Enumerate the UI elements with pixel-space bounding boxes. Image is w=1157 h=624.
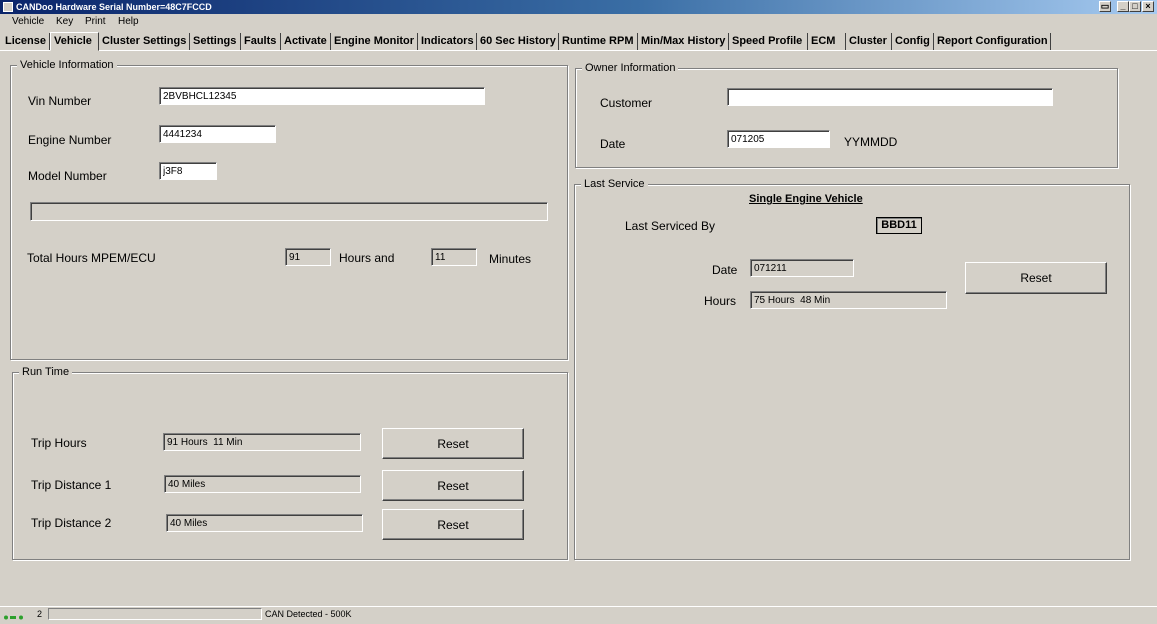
total-hours-label: Total Hours MPEM/ECU: [27, 251, 156, 265]
trip-hours-label: Trip Hours: [31, 436, 87, 450]
trip-distance-2-value: [166, 514, 363, 532]
tab-vehicle[interactable]: Vehicle: [50, 32, 99, 51]
tab-cluster-settings[interactable]: Cluster Settings: [99, 33, 190, 50]
tab-config[interactable]: Config: [892, 33, 934, 50]
tab-strip: License Vehicle Cluster Settings Setting…: [2, 32, 1152, 51]
tab-settings[interactable]: Settings: [190, 33, 241, 50]
trip-distance-1-label: Trip Distance 1: [31, 478, 112, 492]
owner-information-group: Owner Information Customer Date YYMMDD: [575, 61, 1118, 168]
last-service-reset-button[interactable]: Reset: [965, 262, 1107, 294]
window-title: CANDoo Hardware Serial Number=48C7FCCD: [16, 2, 212, 12]
vin-number-input[interactable]: [159, 87, 485, 105]
title-bar: CANDoo Hardware Serial Number=48C7FCCD ▭…: [0, 0, 1157, 14]
menu-print[interactable]: Print: [85, 14, 106, 30]
owner-date-input[interactable]: [727, 130, 830, 148]
engine-number-input[interactable]: [159, 125, 276, 143]
hours-and-label: Hours and: [339, 251, 395, 265]
vehicle-information-title: Vehicle Information: [17, 58, 117, 72]
restore-icon[interactable]: ▭: [1099, 1, 1111, 12]
service-hours-value: [750, 291, 947, 309]
close-icon[interactable]: ×: [1142, 1, 1154, 12]
trip-distance-1-value: [164, 475, 361, 493]
tab-divider: [0, 50, 1157, 51]
run-time-group: Run Time Trip Hours Reset Trip Distance …: [12, 365, 568, 560]
last-service-title: Last Service: [581, 177, 648, 191]
run-time-title: Run Time: [19, 365, 73, 379]
model-number-label: Model Number: [28, 169, 107, 183]
vehicle-information-group: Vehicle Information Vin Number Engine Nu…: [10, 58, 568, 360]
service-hours-label: Hours: [704, 294, 737, 308]
tab-ecm[interactable]: ECM: [808, 33, 846, 50]
service-date-value: [750, 259, 854, 277]
customer-input[interactable]: [727, 88, 1053, 106]
status-message: CAN Detected - 500K: [265, 609, 352, 619]
tab-faults[interactable]: Faults: [241, 33, 281, 50]
maximize-icon[interactable]: □: [1129, 1, 1141, 12]
last-serviced-by-value: BBD11: [876, 217, 922, 234]
status-panel-empty: [48, 608, 262, 620]
single-engine-heading: Single Engine Vehicle: [749, 193, 863, 205]
tab-activate[interactable]: Activate: [281, 33, 331, 50]
info-display-bar: [30, 202, 548, 221]
trip-distance-1-reset-button[interactable]: Reset: [382, 470, 524, 501]
can-activity-icon: [3, 610, 25, 620]
vin-number-label: Vin Number: [28, 94, 92, 108]
menu-bar: Vehicle Key Print Help: [0, 14, 1157, 30]
tab-license[interactable]: License: [2, 33, 50, 50]
menu-key[interactable]: Key: [56, 14, 73, 30]
tab-speed-profile[interactable]: Speed Profile: [729, 33, 808, 50]
trip-hours-reset-button[interactable]: Reset: [382, 428, 524, 459]
last-service-group: Last Service Single Engine Vehicle Last …: [574, 177, 1130, 560]
model-number-input[interactable]: [159, 162, 217, 180]
trip-hours-value: [163, 433, 361, 451]
tab-indicators[interactable]: Indicators: [418, 33, 477, 50]
tab-cluster[interactable]: Cluster: [846, 33, 892, 50]
tab-engine-monitor[interactable]: Engine Monitor: [331, 33, 418, 50]
status-bar: 2 CAN Detected - 500K: [0, 606, 1157, 621]
menu-vehicle[interactable]: Vehicle: [12, 14, 44, 30]
date-format-label: YYMMDD: [844, 135, 898, 149]
minutes-label: Minutes: [489, 252, 532, 266]
total-hours-value: [285, 248, 331, 266]
customer-label: Customer: [600, 96, 653, 110]
owner-information-title: Owner Information: [582, 61, 679, 75]
trip-distance-2-reset-button[interactable]: Reset: [382, 509, 524, 540]
status-count: 2: [37, 609, 43, 619]
owner-date-label: Date: [600, 137, 626, 151]
menu-help[interactable]: Help: [118, 14, 139, 30]
app-icon: [3, 2, 13, 12]
last-serviced-by-label: Last Serviced By: [625, 219, 716, 233]
service-date-label: Date: [712, 263, 738, 277]
tab-min-max-history[interactable]: Min/Max History: [638, 33, 729, 50]
total-minutes-value: [431, 248, 477, 266]
tab-report-configuration[interactable]: Report Configuration: [934, 33, 1051, 50]
tab-runtime-rpm[interactable]: Runtime RPM: [559, 33, 638, 50]
tab-60-sec-history[interactable]: 60 Sec History: [477, 33, 559, 50]
engine-number-label: Engine Number: [28, 133, 112, 147]
minimize-icon[interactable]: _: [1117, 1, 1129, 12]
trip-distance-2-label: Trip Distance 2: [31, 516, 112, 530]
